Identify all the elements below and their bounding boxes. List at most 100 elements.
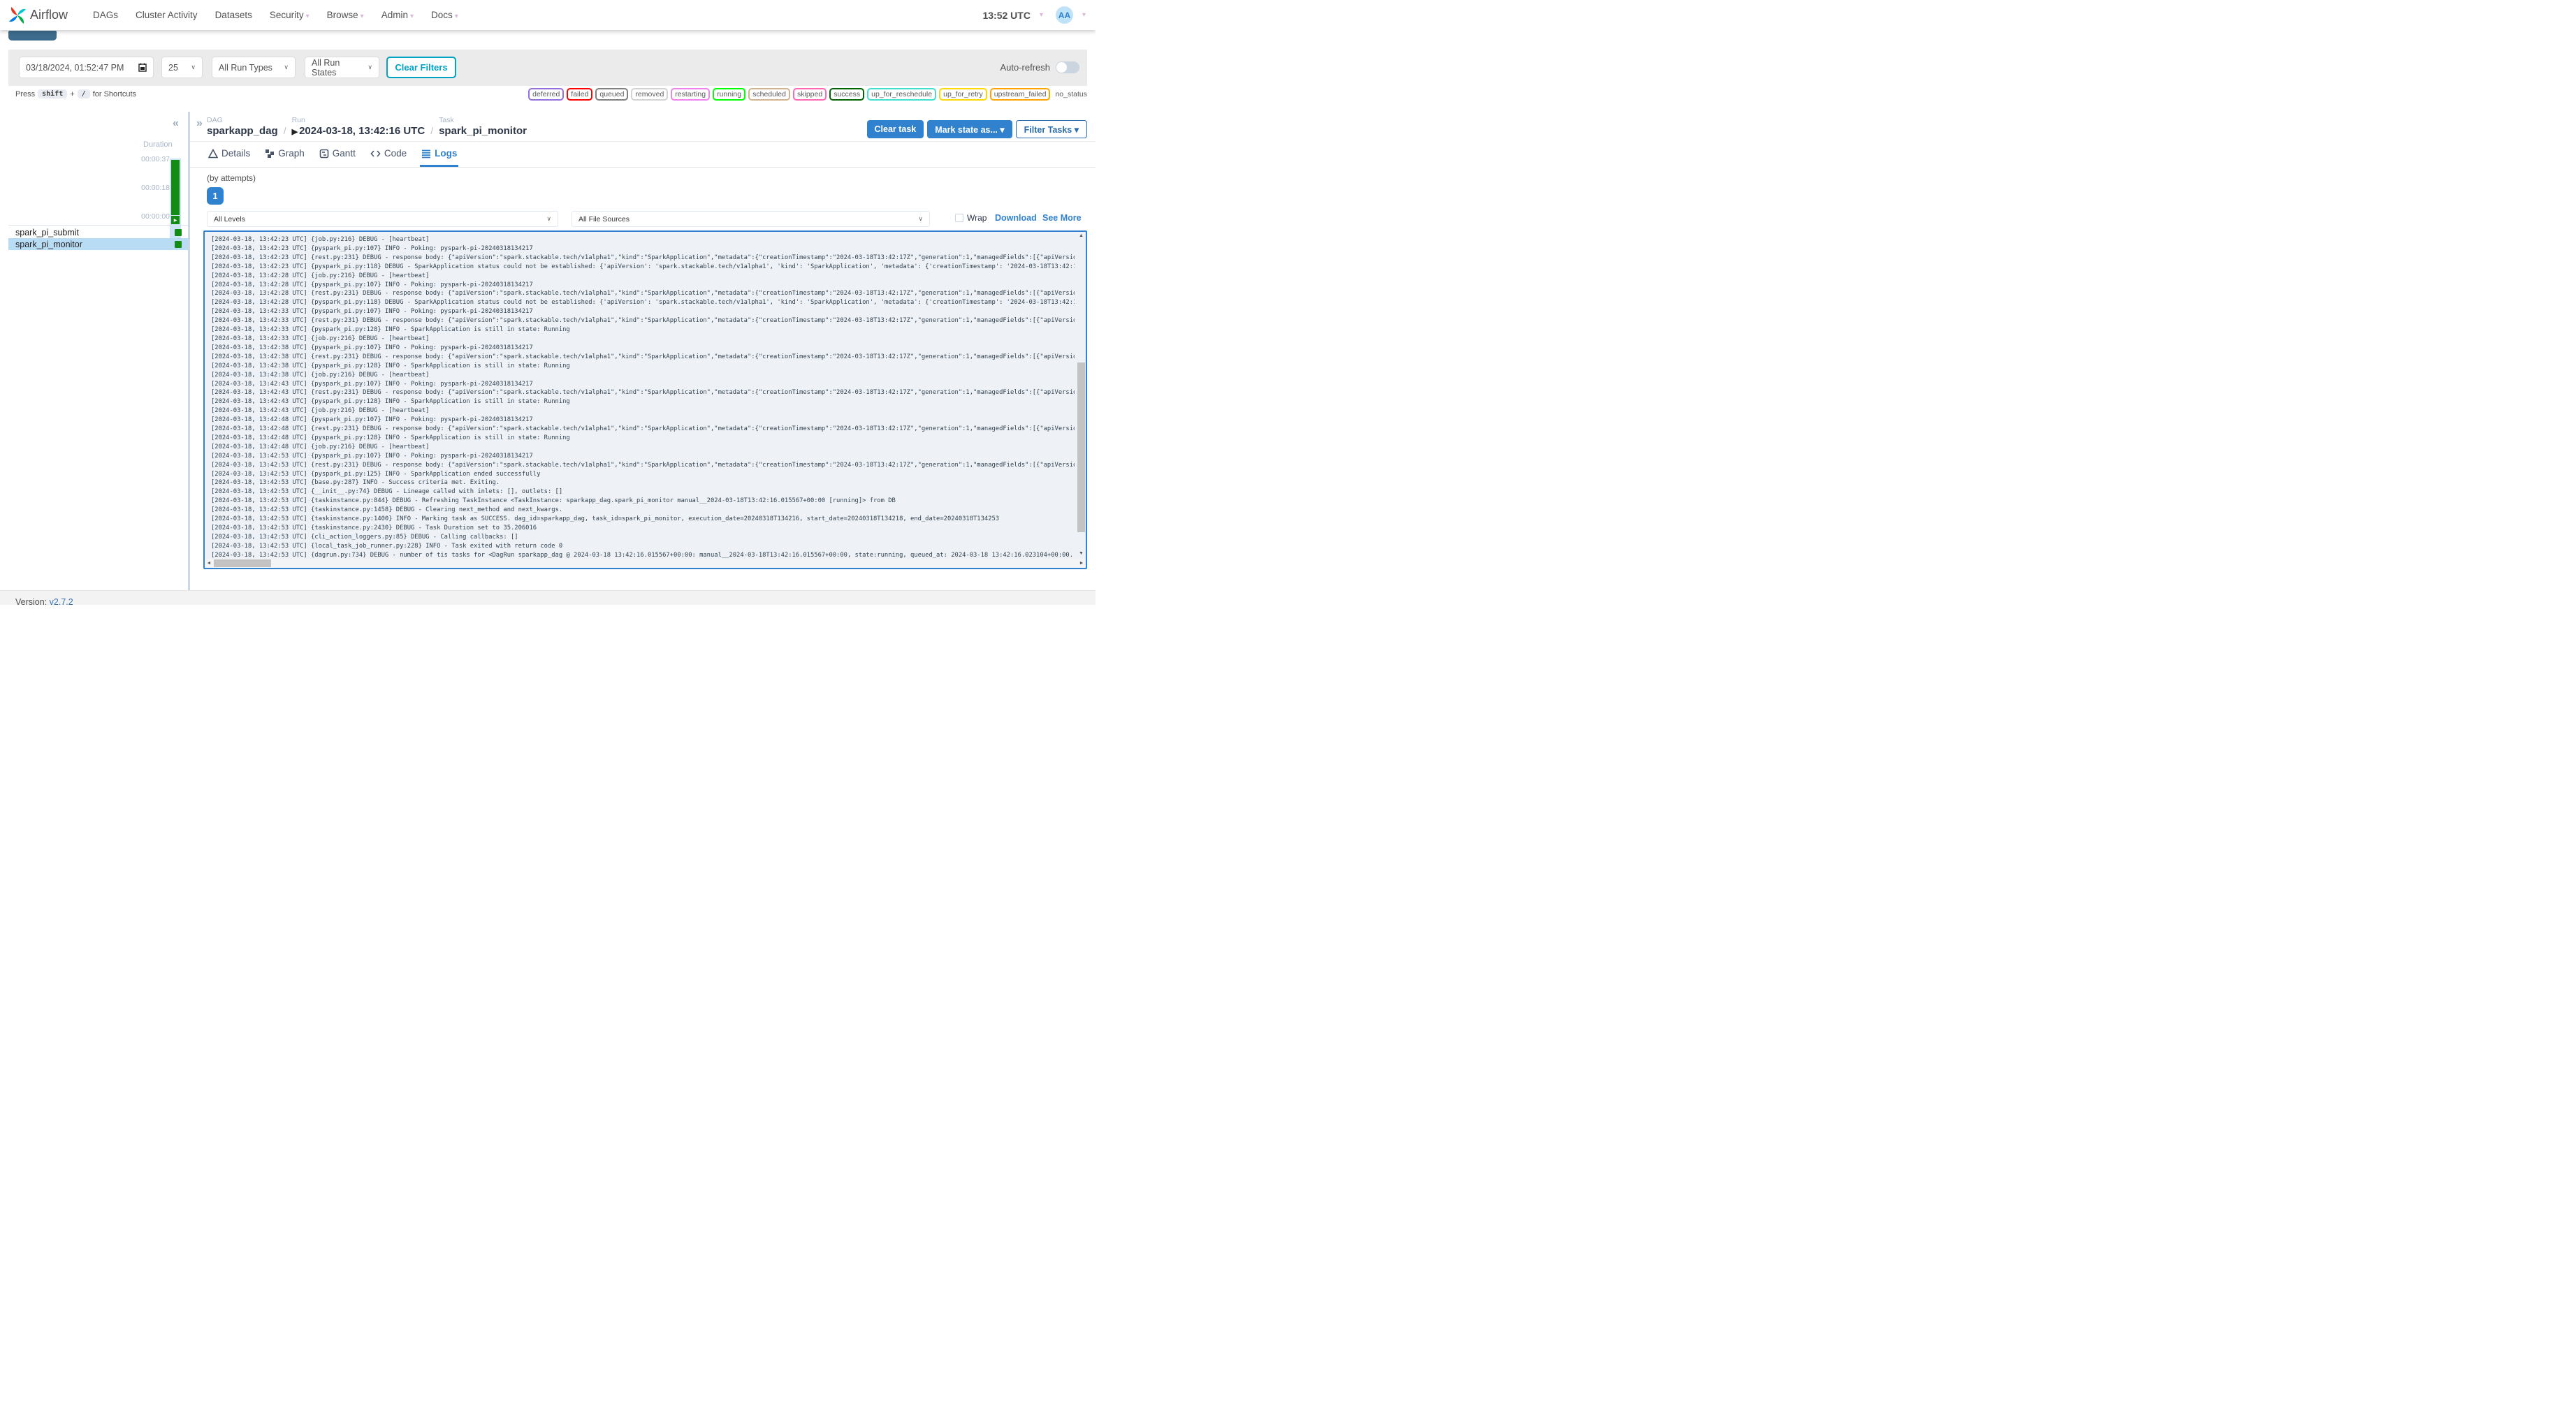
log-line: [2024-03-18, 13:42:23 UTC] {pyspark_pi.p… [211, 244, 533, 252]
state-badge: restarting [671, 88, 711, 101]
tab-gantt[interactable]: Gantt [318, 142, 357, 167]
duration-tick: 00:00:18 [141, 184, 170, 192]
scroll-left-icon[interactable]: ◄ [205, 559, 213, 568]
expand-panel-icon[interactable]: » [196, 117, 203, 130]
run-types-select[interactable]: All Run Types ∨ [212, 57, 296, 78]
task-label: Task [439, 116, 454, 124]
vertical-scroll-thumb[interactable] [1077, 362, 1085, 532]
log-line: [2024-03-18, 13:42:53 UTC] {dagrun.py:73… [211, 551, 1074, 558]
file-sources-value: All File Sources [578, 214, 630, 223]
nav-menu-item[interactable]: Security ▾ [270, 10, 310, 20]
log-output[interactable]: [2024-03-18, 13:42:23 UTC] {job.py:216} … [203, 230, 1087, 569]
nav-menu-item[interactable]: Admin ▾ [381, 10, 414, 20]
sidebar-separator [8, 225, 188, 226]
state-badge: running [713, 88, 746, 101]
tab-logs[interactable]: Logs [420, 142, 459, 167]
caret-down-icon: ▾ [1039, 11, 1043, 19]
chevron-down-icon: ∨ [191, 64, 196, 71]
caret-down-icon: ▾ [1074, 124, 1079, 135]
gantt-icon [319, 149, 329, 158]
vertical-scrollbar[interactable]: ▲ ▼ [1077, 232, 1086, 558]
page-size-value: 25 [168, 62, 178, 73]
run-types-value: All Run Types [219, 62, 272, 73]
task-state-square[interactable] [175, 228, 182, 236]
avatar[interactable]: AA [1055, 6, 1073, 24]
no-status-label: no_status [1055, 90, 1087, 98]
scroll-right-icon[interactable]: ► [1077, 559, 1086, 568]
brand-name: Airflow [30, 8, 68, 22]
nav-menu-item[interactable]: DAGs [93, 10, 118, 20]
log-line: [2024-03-18, 13:42:53 UTC] {taskinstance… [211, 515, 1000, 523]
wrap-checkbox[interactable] [955, 214, 963, 222]
filter-bar: 03/18/2024, 01:52:47 PM 25 ∨ All Run Typ… [8, 50, 1087, 86]
task-row-spark-pi-submit[interactable]: spark_pi_submit [8, 226, 188, 238]
auto-refresh-label: Auto-refresh [1000, 62, 1050, 73]
version-link[interactable]: v2.7.2 [50, 597, 73, 605]
tab-details[interactable]: Details [207, 142, 252, 167]
state-badge: queued [595, 88, 629, 101]
auto-refresh-toggle[interactable] [1056, 61, 1079, 73]
airflow-logo[interactable]: Airflow [8, 6, 68, 24]
breadcrumb-separator: / [283, 125, 286, 136]
page-size-select[interactable]: 25 ∨ [161, 57, 203, 78]
scroll-down-icon[interactable]: ▼ [1077, 550, 1086, 558]
log-line: [2024-03-18, 13:42:53 UTC] {base.py:287}… [211, 479, 500, 487]
utc-clock[interactable]: 13:52 UTC [982, 10, 1030, 21]
scrolled-button-partial[interactable] [8, 31, 57, 41]
log-levels-select[interactable]: All Levels ∨ [207, 211, 558, 227]
tab-code[interactable]: Code [369, 142, 408, 167]
by-attempts-label: (by attempts) [207, 173, 256, 183]
date-filter-input[interactable]: 03/18/2024, 01:52:47 PM [19, 57, 154, 78]
log-line: [2024-03-18, 13:42:23 UTC] {job.py:216} … [211, 236, 430, 243]
tab-strip: Details Graph Gantt Code Logs [190, 142, 1096, 168]
log-line: [2024-03-18, 13:42:28 UTC] {pyspark_pi.p… [211, 299, 1075, 307]
wrap-control[interactable]: Wrap [955, 213, 987, 223]
scroll-up-icon[interactable]: ▲ [1077, 232, 1086, 240]
clear-task-button[interactable]: Clear task [866, 120, 924, 138]
download-link[interactable]: Download [995, 213, 1037, 223]
tab-label: Logs [435, 148, 458, 159]
see-more-link[interactable]: See More [1042, 213, 1082, 223]
task-state-square[interactable] [175, 240, 182, 248]
run-duration-bar[interactable] [171, 160, 180, 215]
filter-tasks-button[interactable]: Filter Tasks ▾ [1015, 120, 1087, 138]
airflow-page: Airflow DAGs Cluster Activity Datasets Secu… [0, 0, 1096, 605]
mark-state-button[interactable]: Mark state as... ▾ [927, 120, 1012, 138]
task-row-spark-pi-monitor[interactable]: spark_pi_monitor [8, 238, 188, 250]
task-actions: Clear task Mark state as... ▾ Filter Tas… [866, 120, 1087, 138]
collapse-sidebar-icon[interactable]: « [173, 117, 179, 130]
log-line: [2024-03-18, 13:42:53 UTC] {pyspark_pi.p… [211, 470, 541, 478]
nav-menu-item[interactable]: Cluster Activity [136, 10, 198, 20]
log-line: [2024-03-18, 13:42:48 UTC] {rest.py:231}… [211, 425, 1075, 433]
horizontal-scrollbar[interactable]: ◄ ► [205, 559, 1086, 568]
duration-axis-label: Duration [143, 140, 173, 149]
log-line: [2024-03-18, 13:42:43 UTC] {pyspark_pi.p… [211, 380, 533, 388]
chevron-down-icon: ∨ [918, 215, 923, 222]
log-line: [2024-03-18, 13:42:53 UTC] {taskinstance… [211, 506, 563, 514]
nav-menu-item[interactable]: Datasets [215, 10, 252, 20]
log-line: [2024-03-18, 13:42:43 UTC] {rest.py:231}… [211, 389, 1075, 397]
horizontal-scroll-thumb[interactable] [214, 559, 271, 567]
clear-filters-button[interactable]: Clear Filters [386, 57, 456, 78]
manual-run-indicator[interactable]: ▶ [171, 216, 180, 224]
file-sources-select[interactable]: All File Sources ∨ [572, 211, 930, 227]
run-states-select[interactable]: All Run States ∨ [305, 57, 379, 78]
tab-label: Code [384, 148, 407, 159]
log-line: [2024-03-18, 13:42:53 UTC] {__init__.py:… [211, 488, 563, 496]
task-name-link[interactable]: spark_pi_monitor [439, 125, 527, 137]
panel-divider[interactable] [188, 112, 190, 592]
log-line: [2024-03-18, 13:42:23 UTC] {pyspark_pi.p… [211, 263, 1075, 270]
log-line: [2024-03-18, 13:42:53 UTC] {cli_action_l… [211, 533, 518, 541]
nav-menu-item[interactable]: Docs ▾ [431, 10, 458, 20]
caret-down-icon: ▾ [305, 13, 310, 20]
run-link[interactable]: ▶ 2024-03-18, 13:42:16 UTC [292, 125, 425, 137]
filter-tasks-label: Filter Tasks [1024, 124, 1072, 135]
tab-label: Details [221, 148, 251, 159]
log-levels-value: All Levels [214, 214, 245, 223]
attempt-1-button[interactable]: 1 [207, 187, 224, 205]
log-line: [2024-03-18, 13:42:48 UTC] {pyspark_pi.p… [211, 416, 533, 424]
dag-name-link[interactable]: sparkapp_dag [207, 125, 278, 137]
nav-menu-item[interactable]: Browse ▾ [327, 10, 364, 20]
tab-graph[interactable]: Graph [263, 142, 306, 167]
caret-down-icon: ▾ [1000, 124, 1005, 135]
